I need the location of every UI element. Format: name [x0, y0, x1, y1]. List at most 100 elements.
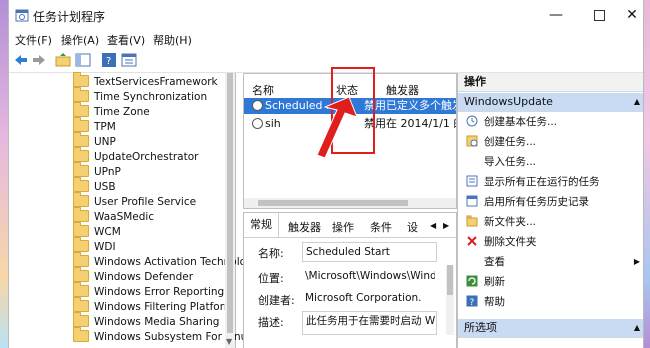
create-task-icon	[466, 135, 478, 147]
action-create-basic-task[interactable]: 创建基本任务...	[466, 113, 557, 131]
folder-icon	[73, 237, 89, 252]
refresh-icon	[466, 275, 478, 287]
folder-icon	[73, 252, 89, 267]
action-view[interactable]: 查看 ▶	[466, 253, 640, 271]
folder-icon	[73, 312, 89, 327]
collapse-arrow-icon[interactable]: ▲	[634, 319, 640, 337]
tree-item[interactable]: User Profile Service	[73, 192, 196, 210]
tree-item[interactable]: Windows Activation Technolo	[73, 252, 246, 270]
menu-action[interactable]: 操作(A)	[61, 32, 99, 48]
maximize-button[interactable]	[584, 5, 614, 25]
tree-item[interactable]: Windows Defender	[73, 267, 193, 285]
tree-scroll-thumb[interactable]	[227, 73, 233, 333]
detail-tabs: 常规 触发器 操作 条件 设 ◀ ▶	[244, 213, 456, 238]
action-refresh[interactable]: 刷新	[466, 273, 505, 291]
action-show-running-tasks[interactable]: 显示所有正在运行的任务	[466, 173, 600, 191]
field-value-name[interactable]: Scheduled Start	[302, 242, 437, 262]
create-basic-task-icon	[466, 115, 478, 127]
field-value-description[interactable]: 此任务用于在需要时启动 Wi	[302, 311, 437, 335]
action-delete-folder[interactable]: 删除文件夹	[466, 233, 537, 251]
forward-arrow-icon[interactable]	[31, 52, 47, 68]
delete-icon	[467, 236, 477, 246]
detail-scrollbar[interactable]	[446, 265, 454, 335]
back-arrow-icon[interactable]	[13, 52, 29, 68]
up-folder-icon[interactable]	[55, 52, 71, 68]
folder-tree: TextServicesFramework Time Synchronizati…	[9, 72, 254, 348]
tree-item[interactable]: Time Synchronization	[73, 87, 207, 105]
menu-view[interactable]: 查看(V)	[107, 32, 145, 48]
folder-icon	[73, 177, 89, 192]
field-label-author: 创建者:	[258, 294, 295, 307]
tree-item[interactable]: Windows Media Sharing	[73, 312, 219, 330]
annotation-arrow-icon	[316, 96, 358, 159]
scroll-down-arrow-icon[interactable]: ▼	[226, 337, 232, 346]
column-header-name[interactable]: 名称	[252, 82, 274, 98]
action-new-folder[interactable]: 新文件夹...	[466, 213, 536, 231]
tab-actions[interactable]: 操作	[332, 219, 354, 235]
task-scheduler-window: 任务计划程序 — ✕ 文件(F) 操作(A) 查看(V) 帮助(H) ? Tex…	[8, 0, 644, 348]
detail-scroll-thumb[interactable]	[447, 265, 453, 295]
menu-help[interactable]: 帮助(H)	[153, 32, 192, 48]
column-header-trigger[interactable]: 触发器	[386, 82, 419, 98]
tree-item[interactable]: TextServicesFramework	[73, 72, 218, 90]
tab-scroll-left-icon[interactable]: ◀	[430, 221, 436, 230]
history-icon	[466, 195, 478, 207]
window-title: 任务计划程序	[33, 10, 106, 24]
task-list-scroll-thumb[interactable]	[258, 200, 408, 206]
collapse-arrow-icon[interactable]: ▲	[634, 93, 640, 111]
folder-icon	[73, 102, 89, 117]
folder-icon	[73, 207, 89, 222]
tab-triggers[interactable]: 触发器	[288, 219, 321, 235]
tree-scrollbar[interactable]: ▼	[225, 73, 235, 348]
folder-icon	[73, 297, 89, 312]
task-trigger: 在 2014/1/1 的	[386, 117, 456, 130]
menu-bar: 文件(F) 操作(A) 查看(V) 帮助(H)	[9, 30, 643, 48]
minimize-button[interactable]: —	[541, 5, 571, 25]
action-help[interactable]: ? 帮助	[466, 293, 505, 311]
folder-icon	[73, 162, 89, 177]
field-label-description: 描述:	[258, 316, 284, 329]
properties-icon[interactable]	[121, 52, 137, 68]
help-icon: ?	[466, 295, 478, 307]
running-tasks-icon	[466, 175, 478, 187]
tab-general[interactable]: 常规	[244, 213, 279, 237]
tree-item[interactable]: Windows Error Reporting	[73, 282, 224, 300]
tree-item[interactable]: Time Zone	[73, 102, 150, 120]
action-import-task[interactable]: 导入任务...	[466, 153, 536, 171]
field-value-location: \Microsoft\Windows\Window	[302, 267, 435, 285]
field-label-name: 名称:	[258, 247, 284, 260]
folder-icon	[73, 147, 89, 162]
task-clock-icon	[252, 117, 263, 129]
folder-icon	[73, 222, 89, 237]
task-scheduler-app-icon	[15, 9, 29, 22]
task-list-scrollbar[interactable]	[244, 198, 456, 208]
folder-icon	[73, 72, 89, 87]
desktop-wallpaper-left	[0, 0, 8, 348]
svg-text:?: ?	[470, 298, 475, 307]
tree-item[interactable]: UpdateOrchestrator	[73, 147, 198, 165]
action-enable-history[interactable]: 启用所有任务历史记录	[466, 193, 589, 211]
help-toolbar-icon[interactable]: ?	[101, 52, 117, 68]
field-label-location: 位置:	[258, 272, 284, 285]
tree-item[interactable]: WaaSMedic	[73, 207, 154, 225]
actions-section-header[interactable]: WindowsUpdate ▲	[458, 93, 643, 112]
field-value-author: Microsoft Corporation.	[302, 289, 435, 307]
tab-scroll-right-icon[interactable]: ▶	[443, 221, 449, 230]
folder-icon	[73, 87, 89, 102]
actions-header: 操作	[458, 73, 643, 92]
menu-file[interactable]: 文件(F)	[15, 32, 52, 48]
folder-icon	[73, 282, 89, 297]
task-detail-pane: 常规 触发器 操作 条件 设 ◀ ▶ 名称: Scheduled Start 位…	[243, 212, 457, 348]
show-hide-tree-icon[interactable]	[75, 52, 91, 68]
folder-icon	[73, 192, 89, 207]
svg-text:?: ?	[106, 56, 111, 67]
tab-settings[interactable]: 设	[407, 219, 418, 235]
tree-item[interactable]: Windows Filtering Platform	[73, 297, 234, 315]
tab-conditions[interactable]: 条件	[370, 219, 392, 235]
task-name: sih	[265, 117, 281, 130]
action-create-task[interactable]: 创建任务...	[466, 133, 536, 151]
selected-item-section-header[interactable]: 所选项 ▲	[458, 319, 643, 338]
folder-icon	[73, 132, 89, 147]
task-trigger: 已定义多个触发	[386, 99, 456, 112]
close-button[interactable]: ✕	[621, 5, 643, 25]
